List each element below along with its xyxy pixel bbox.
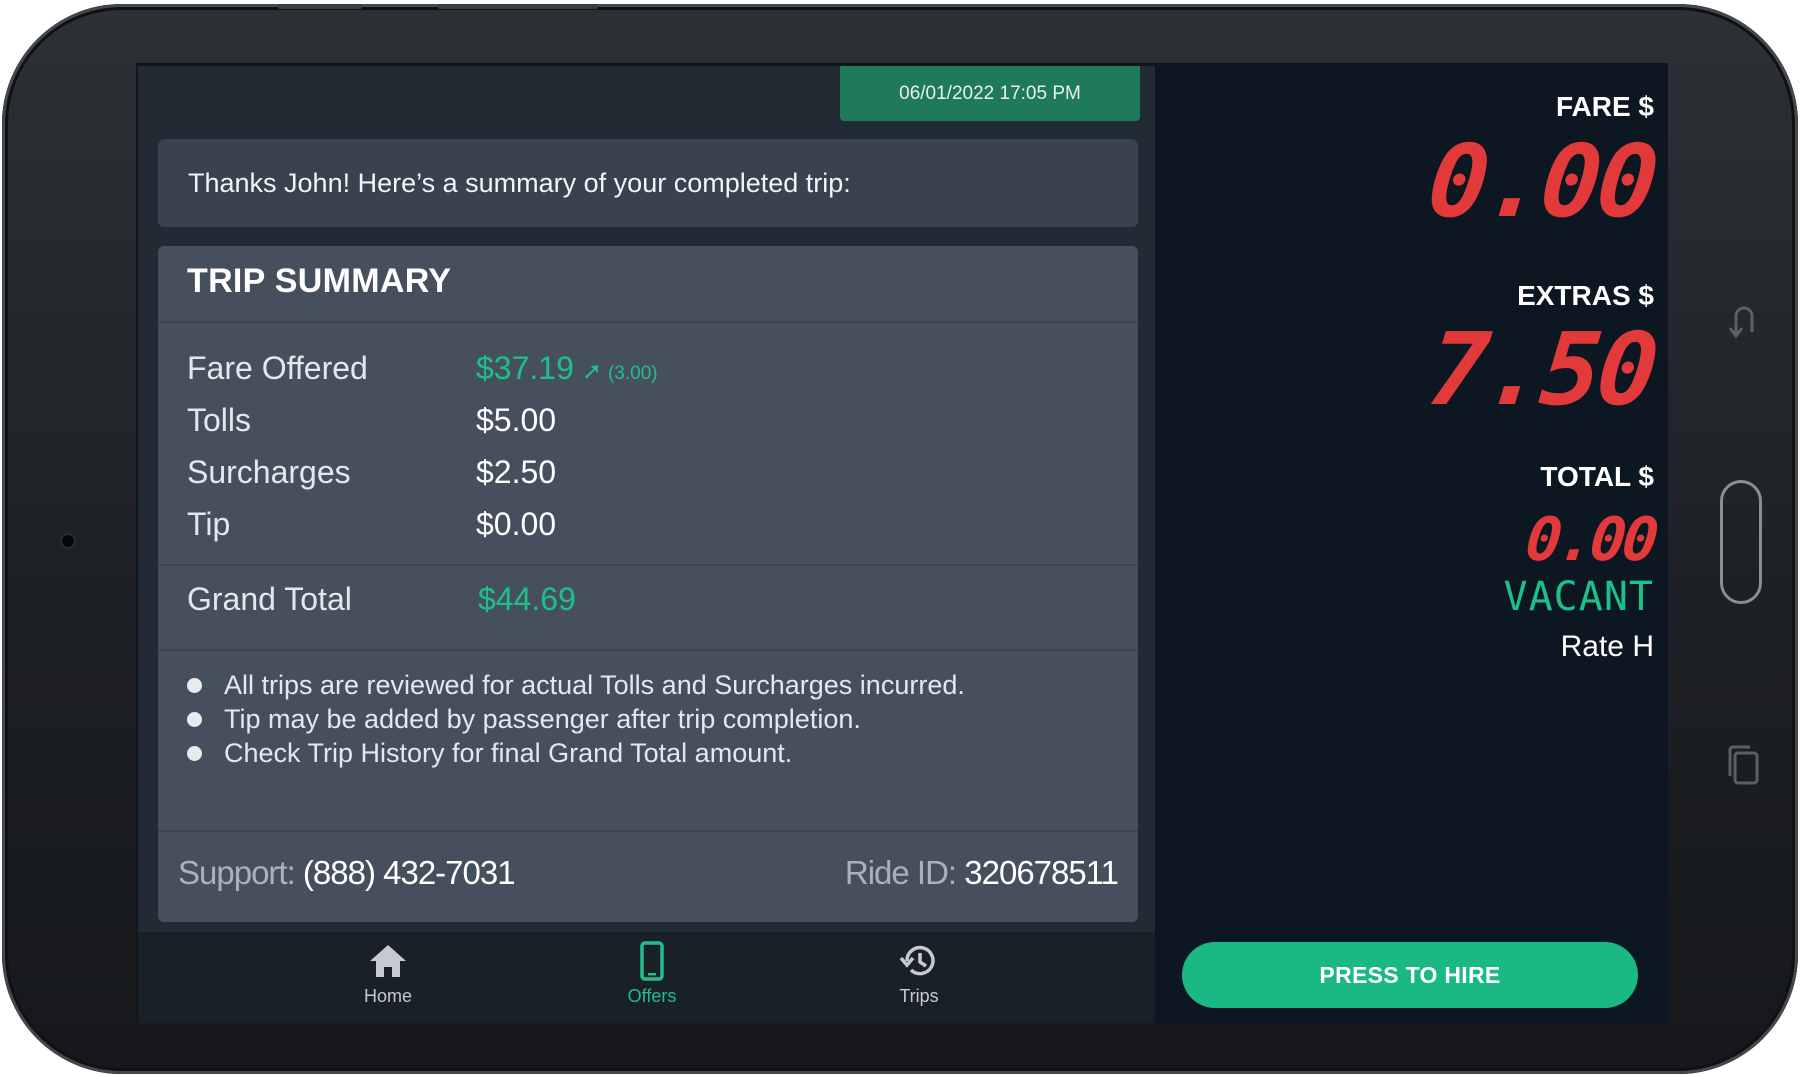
home-icon bbox=[368, 940, 408, 982]
hardware-button bbox=[278, 4, 362, 9]
fare-offered-amount: $37.19 bbox=[476, 350, 574, 386]
support-label: Support: bbox=[178, 854, 296, 891]
divider bbox=[158, 321, 1138, 323]
divider bbox=[158, 649, 1138, 651]
meter-status: VACANT bbox=[1503, 574, 1654, 620]
nav-label: Trips bbox=[899, 986, 939, 1006]
ride-id-info: Ride ID: 320678511 bbox=[844, 854, 1119, 892]
trip-panel: 06/01/2022 17:05 PM Thanks John! Here’s … bbox=[138, 66, 1155, 1023]
tablet-frame: 06/01/2022 17:05 PM Thanks John! Here’s … bbox=[2, 4, 1798, 1074]
grand-total-value: $44.69 bbox=[478, 581, 576, 617]
fare-offered-label: Fare Offered bbox=[187, 350, 368, 386]
nav-item-home[interactable]: Home bbox=[318, 940, 458, 1007]
bullet-icon bbox=[187, 712, 202, 727]
note-text: Tip may be added by passenger after trip… bbox=[224, 704, 861, 734]
tip-label: Tip bbox=[187, 506, 231, 542]
fare-offered-value: $37.19 ➚ (3.00) bbox=[476, 350, 658, 387]
history-icon bbox=[899, 940, 939, 982]
phone-icon bbox=[639, 940, 665, 982]
ride-id-label: Ride ID: bbox=[844, 854, 957, 891]
support-info: Support: (888) 432-7031 bbox=[178, 854, 516, 892]
trip-summary-title: TRIP SUMMARY bbox=[187, 262, 452, 300]
extras-value: 7.50 bbox=[1423, 311, 1661, 428]
note-text: Check Trip History for final Grand Total… bbox=[224, 738, 793, 768]
meter-panel: FARE $ 0.00 EXTRAS $ 7.50 TOTAL $ 0.00 V… bbox=[1155, 63, 1668, 1023]
trend-up-icon: ➚ bbox=[581, 358, 602, 385]
rate-label: Rate H bbox=[1560, 630, 1654, 663]
recent-apps-icon[interactable] bbox=[1726, 744, 1760, 792]
summary-message: Thanks John! Here’s a summary of your co… bbox=[158, 139, 1138, 227]
nav-label: Home bbox=[363, 986, 412, 1006]
home-hardware-button[interactable] bbox=[1720, 480, 1762, 604]
screen: 06/01/2022 17:05 PM Thanks John! Here’s … bbox=[136, 63, 1668, 1023]
tolls-value: $5.00 bbox=[476, 402, 557, 438]
note-text: All trips are reviewed for actual Tolls … bbox=[224, 670, 965, 700]
nav-item-offers[interactable]: Offers bbox=[582, 940, 722, 1007]
bullet-icon bbox=[187, 746, 202, 761]
grand-total-label: Grand Total bbox=[187, 581, 352, 617]
fare-offered-adjustment: (3.00) bbox=[607, 363, 658, 384]
divider bbox=[158, 830, 1138, 832]
bullet-icon bbox=[187, 678, 202, 693]
support-phone[interactable]: (888) 432-7031 bbox=[303, 854, 516, 891]
trip-summary-card: TRIP SUMMARY Fare Offered $37.19 ➚ (3.00) … bbox=[158, 246, 1138, 922]
bottom-nav: Home Offers Trips bbox=[138, 932, 1155, 1023]
press-to-hire-button[interactable]: PRESS TO HIRE bbox=[1182, 942, 1638, 1008]
total-label: TOTAL $ bbox=[1540, 461, 1654, 492]
total-value: 0.00 bbox=[1521, 505, 1658, 575]
fare-value: 0.00 bbox=[1423, 123, 1661, 240]
note-item: Tip may be added by passenger after trip… bbox=[187, 704, 861, 735]
back-icon[interactable] bbox=[1728, 302, 1758, 348]
note-item: All trips are reviewed for actual Tolls … bbox=[187, 670, 965, 701]
surcharges-label: Surcharges bbox=[187, 454, 351, 490]
tip-value: $0.00 bbox=[476, 506, 557, 542]
surcharges-value: $2.50 bbox=[476, 454, 557, 490]
extras-label: EXTRAS $ bbox=[1517, 280, 1654, 311]
fare-label: FARE $ bbox=[1555, 91, 1654, 122]
divider bbox=[158, 564, 1138, 566]
nav-item-trips[interactable]: Trips bbox=[849, 940, 989, 1007]
front-camera bbox=[62, 535, 74, 547]
note-item: Check Trip History for final Grand Total… bbox=[187, 738, 792, 769]
timestamp-badge: 06/01/2022 17:05 PM bbox=[840, 66, 1140, 121]
tolls-label: Tolls bbox=[187, 402, 252, 438]
hardware-button bbox=[438, 4, 598, 9]
ride-id-value: 320678511 bbox=[964, 854, 1119, 891]
nav-label: Offers bbox=[627, 986, 677, 1006]
